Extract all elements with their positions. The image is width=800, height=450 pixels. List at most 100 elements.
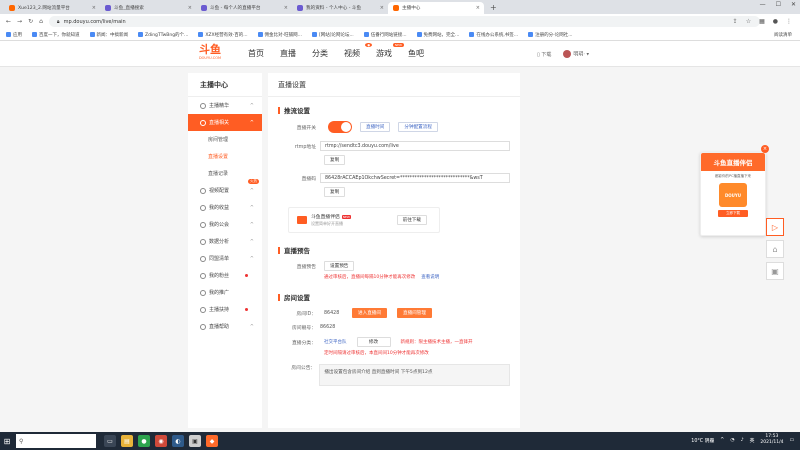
close-icon[interactable]: × (92, 5, 96, 11)
nav-yuba[interactable]: 鱼吧 (408, 48, 440, 59)
ad-download-button[interactable]: 立即下载 (718, 210, 748, 217)
nav-live[interactable]: 直播 (280, 48, 312, 59)
sidebar-item-income[interactable]: 我的收益 ^ (188, 199, 262, 216)
bookmark-item[interactable]: 百度一下，你就知道 (32, 32, 80, 38)
bookmark-item[interactable]: [网站]论网论坛... (311, 32, 354, 38)
menu-icon[interactable]: ⋮ (786, 18, 792, 25)
sidebar-item-promo[interactable]: 我的推广 (188, 284, 262, 301)
category-value[interactable]: 社交平台队 (324, 339, 347, 345)
app-green-icon[interactable]: ● (138, 435, 150, 447)
share-icon[interactable]: ⇪ (733, 18, 738, 25)
close-icon[interactable]: × (284, 5, 288, 11)
sidebar-item-alliance[interactable]: 同盟清单 ^ (188, 250, 262, 267)
forward-icon[interactable]: → (17, 18, 22, 25)
notification-icon[interactable]: ▭ (789, 438, 794, 443)
screen-tool-icon[interactable]: ▣ (766, 262, 784, 280)
live-time-button[interactable]: 直播时间 (360, 122, 391, 132)
enter-room-button[interactable]: 进入直播间 (352, 308, 387, 318)
bookmark-item[interactable]: 应用 (6, 32, 22, 38)
download-companion-button[interactable]: 前往下载 (396, 215, 427, 225)
reload-icon[interactable]: ↻ (28, 18, 33, 25)
bookmark-item[interactable]: 免费网站，完全... (416, 32, 459, 38)
download-link[interactable]: ▯ 下载 (537, 51, 551, 58)
favicon-icon (393, 5, 399, 11)
sidebar-item-guild[interactable]: 我的公会 ^ (188, 216, 262, 233)
douyu-tb-icon[interactable]: ◆ (206, 435, 218, 447)
network-icon[interactable]: ◔ (730, 438, 734, 443)
bookmark-item[interactable]: 注册的分-论网社... (528, 32, 573, 38)
home-icon[interactable]: ⌂ (39, 18, 43, 25)
nav-video[interactable]: 视频 ● (344, 43, 376, 59)
douyu-logo[interactable]: 斗鱼 DOUYU.COM (190, 44, 230, 64)
bookmark-item[interactable]: 在线办公系统,书签... (469, 32, 518, 38)
copy-rtmp-button[interactable]: 复制 (324, 155, 346, 165)
browser-tab[interactable]: 我的资料 - 个人中心 - 斗鱼 × (292, 2, 388, 14)
sidebar-item-support[interactable]: 主播扶持 (188, 301, 262, 318)
bookmark-item[interactable]: XZX经营有效-百的... (198, 32, 248, 38)
copy-code-button[interactable]: 复制 (324, 187, 346, 197)
clock[interactable]: 17:53 2021/11/4 (760, 434, 783, 446)
room-manage-button[interactable]: 直播间管理 (396, 308, 432, 318)
bookmark-item[interactable]: 佣金比对-旺铺网... (257, 32, 302, 38)
reading-list[interactable]: 阅读清单 (774, 32, 792, 38)
view-help-link[interactable]: 查看说明 (421, 274, 439, 280)
back-icon[interactable]: ← (6, 18, 11, 25)
close-icon[interactable]: × (188, 5, 192, 11)
ime-indicator[interactable]: 英 (750, 437, 755, 444)
config-flow-button[interactable]: 分钟配置流程 (398, 122, 438, 132)
windows-start-icon[interactable]: ⊞ (0, 432, 14, 450)
user-menu[interactable]: 明玥· ▾ (563, 50, 589, 58)
live-switch-toggle[interactable] (328, 121, 352, 133)
tray-arrow-icon[interactable]: ^ (720, 438, 724, 443)
sidebar-sub-room-manage[interactable]: 房间管理 (188, 131, 262, 148)
taskbar-search-input[interactable]: ⚲ (16, 434, 96, 448)
play-icon[interactable]: ▷ (766, 218, 784, 236)
star-icon[interactable]: ☆ (746, 18, 751, 25)
system-tray: 10°C 阴霾 ^ ◔ ♪ 英 17:53 2021/11/4 ▭ (691, 434, 794, 446)
set-notice-button[interactable]: 设置预告 (324, 261, 355, 271)
browser-tab-active[interactable]: 主播中心 × (388, 2, 484, 14)
nav-category[interactable]: 分类 (312, 48, 344, 59)
close-icon[interactable]: × (380, 5, 384, 11)
video-icon (200, 187, 206, 194)
switch-label: 直播开关 (296, 125, 316, 131)
live-icon (200, 119, 206, 126)
browser-tab[interactable]: Xue123_2.网站流量平台 × (4, 2, 100, 14)
rtmp-url-field[interactable]: rtmp://sendtc3.douyu.com/live (320, 141, 510, 151)
home-tool-icon[interactable]: ⌂ (766, 240, 784, 258)
task-view-icon[interactable]: ▭ (104, 435, 116, 447)
close-window-icon[interactable]: ✕ (791, 1, 796, 8)
weather-widget[interactable]: 10°C 阴霾 (691, 437, 714, 444)
app-gray-icon[interactable]: ▣ (189, 435, 201, 447)
new-tab-button[interactable]: + (484, 2, 503, 14)
maximize-icon[interactable]: ☐ (776, 1, 781, 8)
browser-tab[interactable]: 斗鱼_直播搜索 × (100, 2, 196, 14)
bookmark-item[interactable]: ZdingTTwBng的个... (138, 32, 188, 38)
sidebar-item-data[interactable]: 数据分析 ^ (188, 233, 262, 250)
profile-icon[interactable]: ● (773, 18, 778, 25)
close-icon[interactable]: × (761, 145, 769, 153)
file-explorer-icon[interactable]: ▤ (121, 435, 133, 447)
sidebar-item-live[interactable]: 直播相关 ^ (188, 114, 262, 131)
extensions-icon[interactable]: ▦ (759, 18, 765, 25)
room-id-value: 86428 (324, 310, 340, 316)
volume-icon[interactable]: ♪ (741, 438, 744, 443)
announcement-textarea[interactable]: 播出设置包含房间介绍 直到直播时间 下午5点到12点 (319, 364, 510, 386)
stream-code-field[interactable]: 86428rACCAEp1OkchwSecret=***************… (320, 173, 510, 183)
sidebar-item-highlights[interactable]: 主播精华 ^ (188, 97, 262, 114)
browser-tab[interactable]: 斗鱼 - 每个人的直播平台 × (196, 2, 292, 14)
bookmark-item[interactable]: 伍番行网站链接... (363, 32, 407, 38)
url-field[interactable]: 🔒︎ mp.douyu.com/live/main (48, 16, 760, 27)
bookmark-item[interactable]: 新闻：中搞新闻 (89, 32, 128, 38)
sidebar-item-fans[interactable]: 我的粉丝 (188, 267, 262, 284)
sidebar-sub-live-settings[interactable]: 直播设置 (188, 148, 262, 165)
close-icon[interactable]: × (476, 5, 480, 11)
minimize-icon[interactable]: — (760, 1, 766, 8)
sidebar-item-help[interactable]: 直播帮助 ^ (188, 318, 262, 335)
steam-icon[interactable]: ◐ (172, 435, 184, 447)
nav-home[interactable]: 首页 (248, 48, 280, 59)
nav-games[interactable]: 游戏 NEW (376, 43, 408, 59)
chrome-icon[interactable]: ◉ (155, 435, 167, 447)
sidebar-item-video[interactable]: 视频配置 火热 ^ (188, 179, 262, 199)
edit-category-button[interactable]: 修改 (356, 337, 391, 347)
